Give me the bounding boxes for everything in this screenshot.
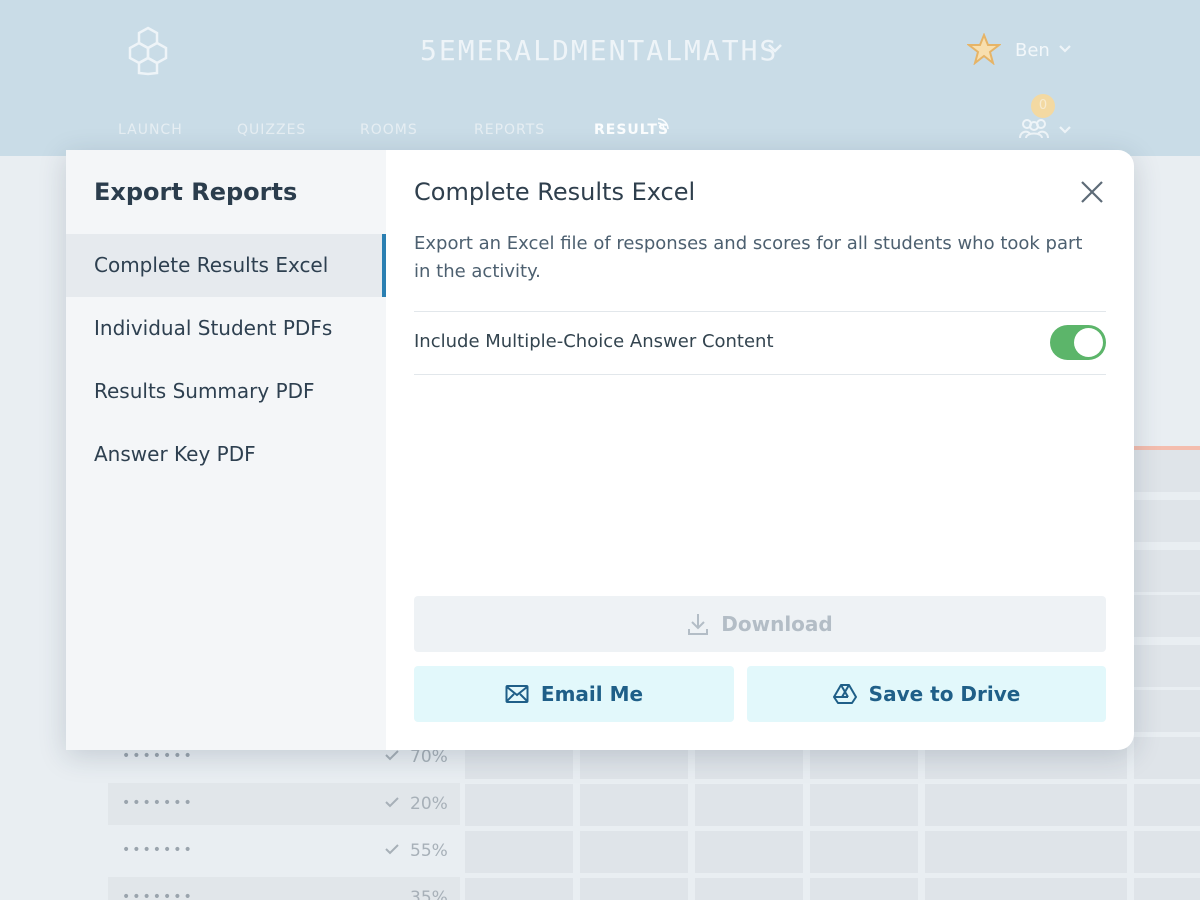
check-icon <box>385 797 399 808</box>
report-description: Export an Excel file of responses and sc… <box>414 233 1083 282</box>
nav-rooms[interactable]: ROOMS <box>360 122 418 138</box>
grid-cell <box>925 878 1127 900</box>
divider <box>414 374 1106 375</box>
check-icon <box>385 750 399 761</box>
student-score: 70% <box>410 747 448 767</box>
chevron-down-icon[interactable] <box>1057 41 1073 57</box>
grid-cell <box>695 831 803 873</box>
divider <box>414 311 1106 312</box>
email-me-button[interactable]: Email Me <box>414 666 734 722</box>
student-score: 55% <box>410 841 448 861</box>
report-type-complete-results-excel[interactable]: Complete Results Excel <box>66 234 386 297</box>
email-me-label: Email Me <box>540 682 644 706</box>
hexagon-logo-icon[interactable] <box>126 26 170 76</box>
grid-cell <box>1134 737 1200 779</box>
room-title[interactable]: 5EMERALDMENTALMATHS <box>420 34 778 67</box>
grid-cell <box>580 784 688 826</box>
grid-cell <box>810 878 918 900</box>
grid-cell <box>1134 645 1200 687</box>
table-row[interactable]: ••••••• 55% <box>108 830 460 872</box>
star-icon[interactable] <box>967 33 1001 65</box>
report-type-results-summary-pdf[interactable]: Results Summary PDF <box>66 360 386 423</box>
grid-cell <box>1134 500 1200 542</box>
student-name: ••••••• <box>122 842 194 858</box>
download-icon <box>688 614 709 635</box>
grid-cell <box>1134 784 1200 826</box>
close-icon[interactable] <box>1078 178 1106 206</box>
grid-cell <box>695 878 803 900</box>
grid-cell <box>465 831 573 873</box>
grid-cell <box>1134 550 1200 592</box>
report-type-sidebar: Export Reports Complete Results Excel In… <box>66 150 386 750</box>
grid-cell <box>1134 450 1200 492</box>
chevron-down-icon[interactable] <box>1057 122 1073 138</box>
nav-launch[interactable]: LAUNCH <box>118 122 183 138</box>
download-label: Download <box>721 612 833 636</box>
report-detail-panel: Complete Results Excel Export an Excel f… <box>386 150 1134 750</box>
app-header: 5EMERALDMENTALMATHS Ben 0 LAUNCH QUIZZES… <box>0 0 1200 156</box>
grid-cell <box>580 878 688 900</box>
grid-cell <box>925 784 1127 826</box>
user-name[interactable]: Ben <box>1015 40 1050 61</box>
drive-icon <box>832 684 857 704</box>
student-name: ••••••• <box>122 795 194 811</box>
grid-cell <box>465 878 573 900</box>
multiple-choice-content-toggle[interactable] <box>1050 325 1106 360</box>
save-to-drive-label: Save to Drive <box>868 682 1021 706</box>
grid-cell <box>1134 878 1200 900</box>
table-row[interactable]: ••••••• 20% <box>108 783 460 825</box>
save-to-drive-button[interactable]: Save to Drive <box>747 666 1106 722</box>
student-score: 35% <box>410 888 448 900</box>
nav-quizzes[interactable]: QUIZZES <box>237 122 306 138</box>
student-name: ••••••• <box>122 748 194 764</box>
grid-cell <box>465 784 573 826</box>
grid-cell <box>1134 595 1200 637</box>
sidebar-title: Export Reports <box>94 178 298 206</box>
student-count-badge: 0 <box>1031 94 1055 118</box>
students-icon[interactable] <box>1017 116 1051 140</box>
download-button[interactable]: Download <box>414 596 1106 652</box>
grid-cell <box>1134 831 1200 873</box>
envelope-icon <box>505 685 529 703</box>
report-type-answer-key-pdf[interactable]: Answer Key PDF <box>66 423 386 486</box>
grid-cell <box>695 784 803 826</box>
table-row[interactable]: ••••••• 35% <box>108 877 460 900</box>
chevron-down-icon[interactable] <box>765 38 785 58</box>
live-signal-icon <box>657 118 669 130</box>
grid-cell <box>810 831 918 873</box>
check-icon <box>385 844 399 855</box>
student-score: 20% <box>410 794 448 814</box>
student-name: ••••••• <box>122 889 194 900</box>
option-label: Include Multiple-Choice Answer Content <box>414 331 774 352</box>
nav-reports[interactable]: REPORTS <box>474 122 545 138</box>
export-reports-modal: Export Reports Complete Results Excel In… <box>66 150 1134 750</box>
toggle-knob <box>1074 328 1103 357</box>
grid-cell <box>1134 690 1200 732</box>
report-title: Complete Results Excel <box>414 178 696 206</box>
grid-cell <box>925 831 1127 873</box>
report-type-individual-student-pdfs[interactable]: Individual Student PDFs <box>66 297 386 360</box>
grid-cell <box>810 784 918 826</box>
main-nav: LAUNCH QUIZZES ROOMS REPORTS RESULTS <box>0 118 900 146</box>
grid-cell <box>580 831 688 873</box>
